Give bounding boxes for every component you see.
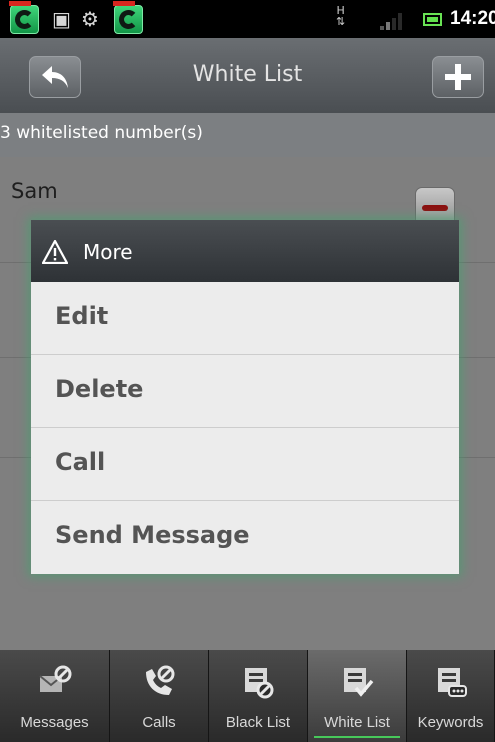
status-bar: ▣ ⚙ H ⇅ 14:20 bbox=[0, 0, 495, 38]
tab-messages[interactable]: Messages bbox=[0, 650, 110, 742]
dialog-menu: Edit Delete Call Send Message bbox=[31, 282, 459, 574]
bottom-tab-bar: Messages Calls Black List White List Key… bbox=[0, 650, 495, 742]
menu-item-label: Call bbox=[55, 448, 106, 476]
network-type-indicator: H ⇅ bbox=[336, 4, 346, 28]
tab-white-list[interactable]: White List bbox=[308, 650, 407, 742]
network-type-label: H bbox=[336, 4, 345, 17]
contact-name: Sam bbox=[11, 179, 58, 203]
menu-item-send-message[interactable]: Send Message bbox=[31, 501, 459, 573]
active-tab-indicator bbox=[314, 736, 400, 738]
status-time: 14:20 bbox=[450, 8, 495, 29]
page-title: White List bbox=[192, 62, 303, 87]
tab-label: White List bbox=[324, 714, 390, 731]
tab-label: Keywords bbox=[417, 714, 484, 731]
usb-debug-icon: ⚙ bbox=[81, 7, 99, 31]
count-header: 3 whitelisted number(s) bbox=[0, 113, 495, 157]
message-block-icon bbox=[38, 665, 71, 692]
battery-icon bbox=[423, 13, 442, 26]
app-notification-icon bbox=[9, 1, 39, 34]
tab-label: Messages bbox=[20, 714, 89, 731]
phone-block-icon bbox=[146, 665, 175, 695]
warning-icon bbox=[42, 240, 68, 264]
blacklist-icon bbox=[245, 668, 274, 699]
add-button[interactable] bbox=[432, 56, 484, 98]
more-options-dialog: More Edit Delete Call Send Message bbox=[31, 220, 459, 574]
camera-icon: ▣ bbox=[52, 7, 71, 31]
dialog-title: More bbox=[83, 240, 133, 264]
menu-item-label: Send Message bbox=[55, 521, 250, 549]
plus-icon bbox=[445, 64, 471, 90]
menu-item-label: Delete bbox=[55, 375, 144, 403]
whitelist-icon bbox=[344, 668, 374, 697]
dialog-header: More bbox=[31, 220, 459, 283]
menu-item-delete[interactable]: Delete bbox=[31, 355, 459, 427]
keywords-icon bbox=[437, 668, 467, 697]
menu-item-label: Edit bbox=[55, 302, 109, 330]
app-notification-icon-2 bbox=[113, 1, 143, 34]
menu-item-edit[interactable]: Edit bbox=[31, 282, 459, 354]
whitelist-count-text: 3 whitelisted number(s) bbox=[0, 123, 203, 143]
tab-label: Black List bbox=[225, 714, 291, 731]
list-item[interactable]: Sam bbox=[0, 157, 495, 227]
title-bar: White List bbox=[0, 38, 495, 113]
signal-strength-icon bbox=[380, 12, 406, 30]
tab-keywords[interactable]: Keywords bbox=[407, 650, 495, 742]
tab-label: Calls bbox=[142, 714, 176, 731]
tab-calls[interactable]: Calls bbox=[110, 650, 209, 742]
menu-item-call[interactable]: Call bbox=[31, 428, 459, 500]
tab-black-list[interactable]: Black List bbox=[209, 650, 308, 742]
